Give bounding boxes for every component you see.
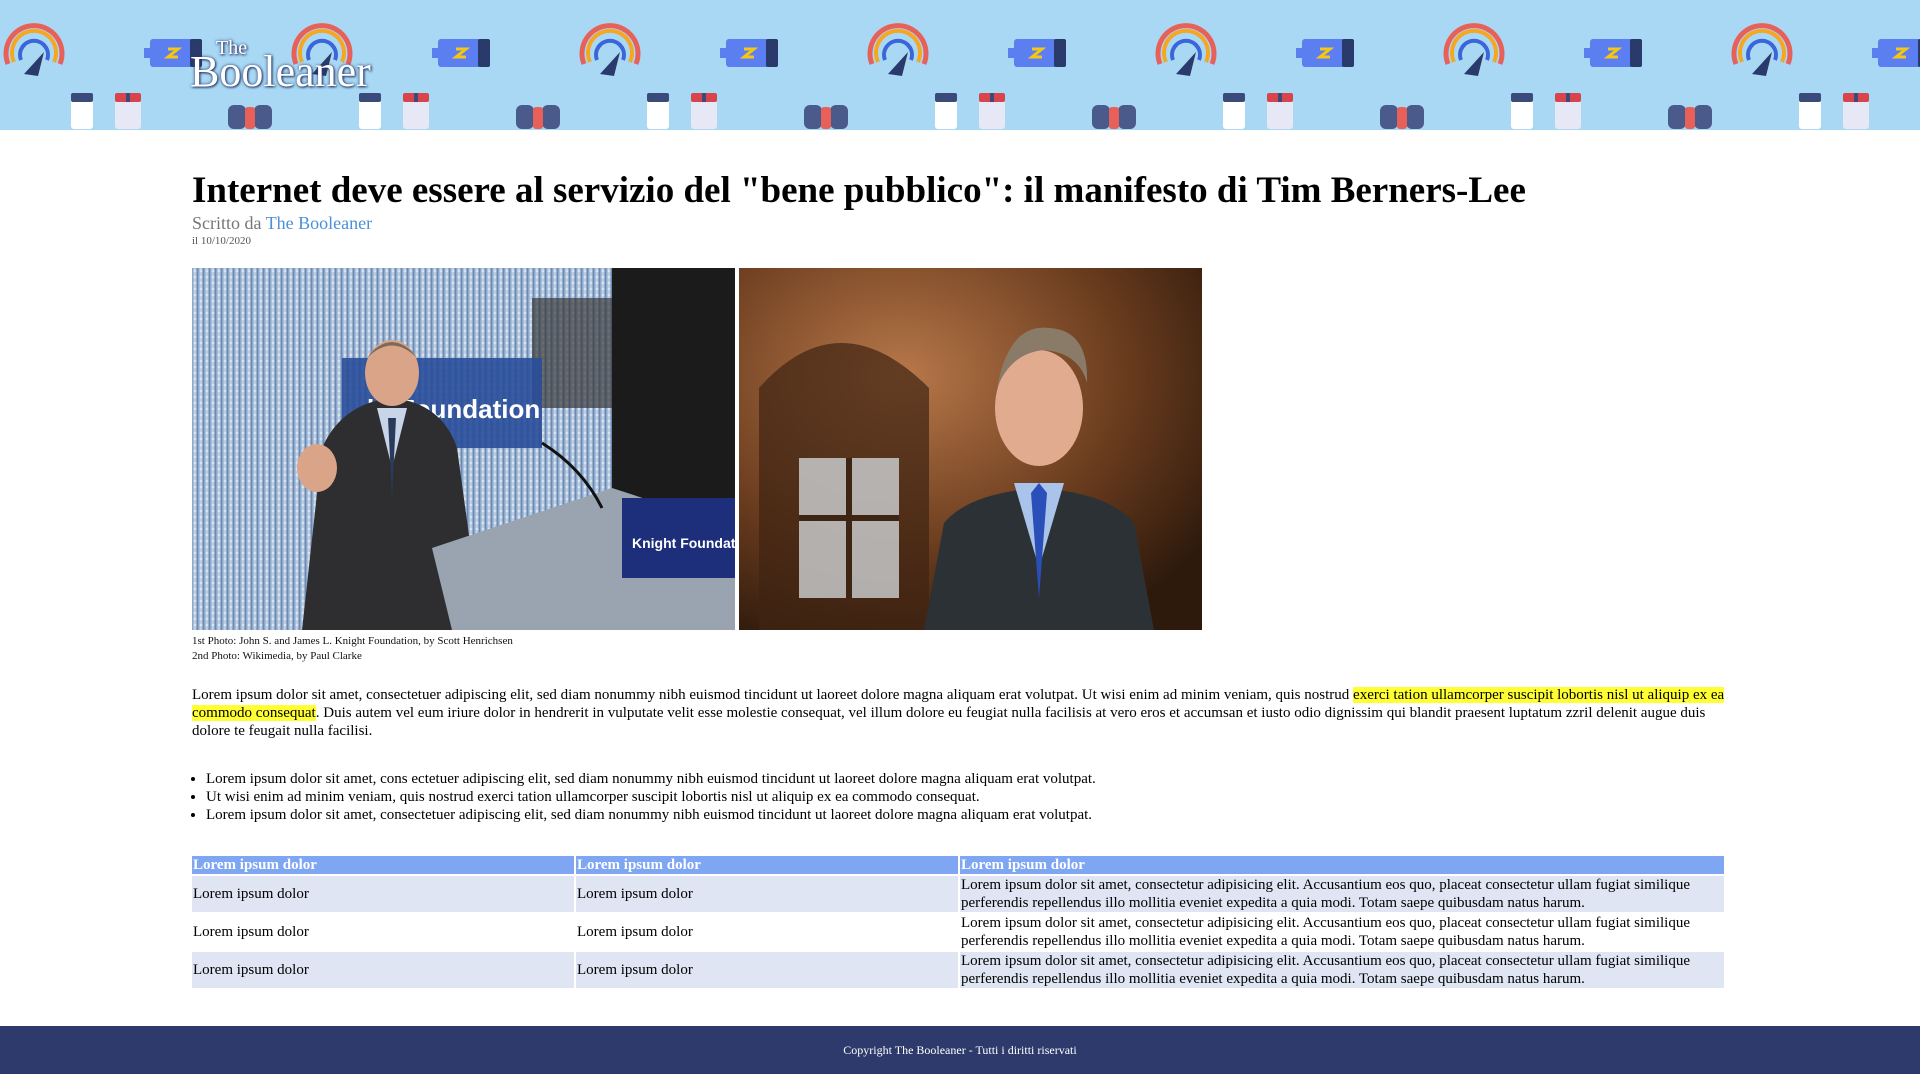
photo-speaker-image: ht Foundation Knight Foundation [192,268,735,630]
author-link[interactable]: The Booleaner [266,213,372,233]
table-cell: Lorem ipsum dolor [192,876,574,912]
photo-portrait [739,268,1202,630]
table-row: Lorem ipsum dolor Lorem ipsum dolor Lore… [192,876,1724,912]
table-cell: Lorem ipsum dolor sit amet, consectetur … [961,915,1690,949]
header-banner: The Booleaner [0,0,1920,130]
publish-date: il 10/10/2020 [192,235,251,247]
byline-prefix: Scritto da [192,213,262,233]
list-item: Lorem ipsum dolor sit amet, consectetuer… [206,806,1728,824]
table-header-cell: Lorem ipsum dolor [192,856,574,874]
paragraph-text-2: . Duis autem vel eum iriure dolor in hen… [192,705,1706,739]
paragraph-text-1: Lorem ipsum dolor sit amet, consectetuer… [192,687,1354,703]
table-header-row: Lorem ipsum dolor Lorem ipsum dolor Lore… [192,856,1724,874]
photo-speaker-at-podium: ht Foundation Knight Foundation [192,268,735,630]
byline: Scritto da The Booleaner [192,212,1728,234]
table-header-cell: Lorem ipsum dolor [576,856,958,874]
photo-gallery: ht Foundation Knight Foundation [192,268,1728,630]
table-row: Lorem ipsum dolor Lorem ipsum dolor Lore… [192,952,1724,988]
list-item: Ut wisi enim ad minim veniam, quis nostr… [206,788,1728,806]
article-title: Internet deve essere al servizio del "be… [192,170,1526,211]
table-cell: Lorem ipsum dolor [193,924,309,940]
data-table: Lorem ipsum dolor Lorem ipsum dolor Lore… [190,854,1726,990]
article-paragraph: Lorem ipsum dolor sit amet, consectetuer… [192,686,1728,740]
table-cell: Lorem ipsum dolor [576,952,958,988]
table-header-cell: Lorem ipsum dolor [960,856,1724,874]
photo-portrait-image [739,268,1202,630]
podium-logo-text: Knight Foundation [632,535,735,551]
table-cell: Lorem ipsum dolor sit amet, consectetur … [960,952,1724,988]
footer-copyright: Copyright The Booleaner - Tutti i diritt… [843,1043,1077,1057]
table-cell: Lorem ipsum dolor sit amet, consectetur … [960,876,1724,912]
site-logo[interactable]: The Booleaner [190,38,371,94]
logo-name: Booleaner [190,47,371,96]
photo-caption: 1st Photo: John S. and James L. Knight F… [192,634,1728,664]
caption-line-1: 1st Photo: John S. and James L. Knight F… [192,635,513,647]
table-cell: Lorem ipsum dolor [576,876,958,912]
table-row: Lorem ipsum dolor Lorem ipsum dolor Lore… [192,914,1724,950]
caption-line-2: 2nd Photo: Wikimedia, by Paul Clarke [192,650,362,662]
article: Internet deve essere al servizio del "be… [192,130,1728,990]
bullet-list: Lorem ipsum dolor sit amet, cons ectetue… [192,770,1728,824]
list-item: Lorem ipsum dolor sit amet, cons ectetue… [206,770,1728,788]
footer: Copyright The Booleaner - Tutti i diritt… [0,1026,1920,1074]
table-cell: Lorem ipsum dolor [192,952,574,988]
table-cell: Lorem ipsum dolor [577,924,693,940]
